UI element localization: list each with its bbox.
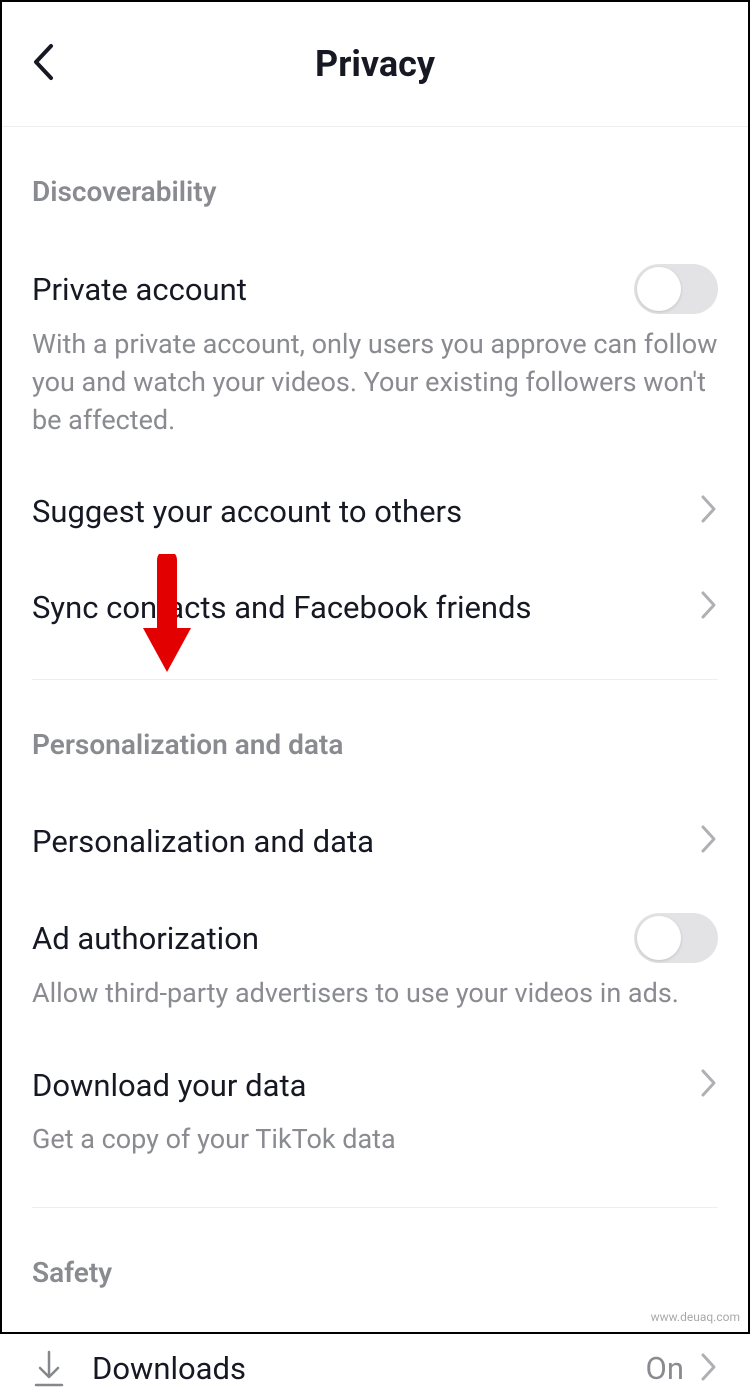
- content: Discoverability Private account With a p…: [2, 127, 748, 1393]
- setting-suggest-account[interactable]: Suggest your account to others: [32, 439, 718, 535]
- private-account-toggle[interactable]: [634, 264, 718, 314]
- setting-label: Ad authorization: [32, 920, 259, 957]
- section-header-discoverability: Discoverability: [32, 127, 718, 216]
- setting-value: On: [646, 1350, 684, 1387]
- setting-private-account: Private account With a private account, …: [32, 216, 718, 439]
- section-header-personalization: Personalization and data: [32, 680, 718, 769]
- back-button[interactable]: [30, 42, 56, 86]
- setting-desc: Allow third-party advertisers to use you…: [32, 963, 718, 1013]
- chevron-right-icon: [700, 590, 718, 624]
- page-title: Privacy: [315, 43, 435, 85]
- setting-label: Personalization and data: [32, 823, 374, 860]
- toggle-knob: [637, 267, 681, 311]
- section-header-safety: Safety: [32, 1208, 718, 1297]
- setting-desc: With a private account, only users you a…: [32, 314, 718, 439]
- setting-label: Downloads: [92, 1350, 246, 1387]
- chevron-right-icon: [700, 494, 718, 528]
- chevron-right-icon: [700, 1068, 718, 1102]
- download-icon: [32, 1350, 66, 1388]
- setting-personalization-data[interactable]: Personalization and data: [32, 769, 718, 865]
- setting-label: Private account: [32, 271, 247, 308]
- chevron-left-icon: [30, 42, 56, 82]
- toggle-knob: [637, 916, 681, 960]
- setting-sync-contacts[interactable]: Sync contacts and Facebook friends: [32, 535, 718, 631]
- header: Privacy: [2, 2, 748, 127]
- setting-download-data[interactable]: Download your data Get a copy of your Ti…: [32, 1013, 718, 1159]
- chevron-right-icon: [700, 824, 718, 858]
- watermark: www.deuaq.com: [651, 1310, 740, 1324]
- chevron-right-icon: [700, 1352, 718, 1386]
- setting-label: Suggest your account to others: [32, 493, 462, 530]
- setting-desc: Get a copy of your TikTok data: [32, 1109, 718, 1159]
- setting-downloads[interactable]: Downloads On: [32, 1297, 718, 1393]
- setting-label: Sync contacts and Facebook friends: [32, 589, 532, 626]
- setting-ad-authorization: Ad authorization Allow third-party adver…: [32, 865, 718, 1013]
- ad-authorization-toggle[interactable]: [634, 913, 718, 963]
- setting-label: Download your data: [32, 1067, 306, 1104]
